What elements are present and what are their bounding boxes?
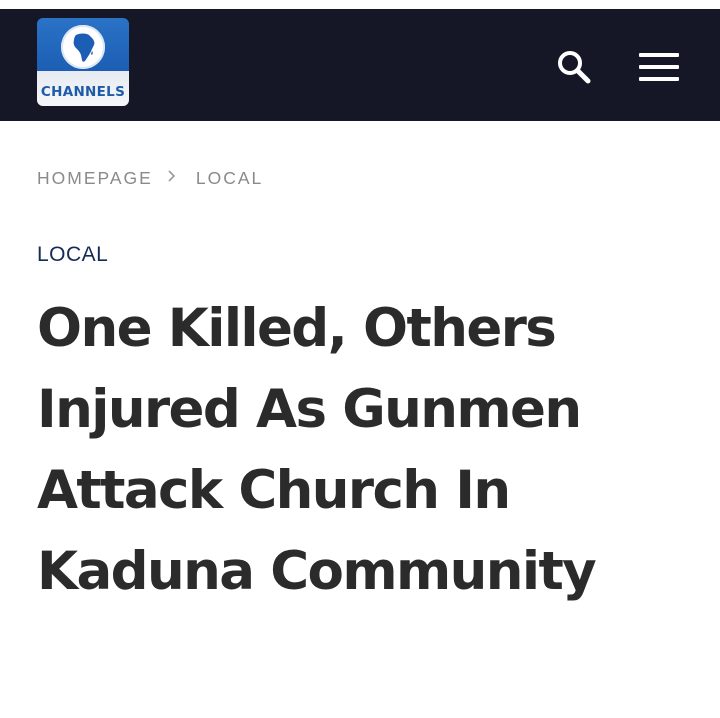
headline-line: Injured As Gunmen [37, 379, 582, 440]
menu-bar [639, 53, 679, 57]
menu-bar [639, 65, 679, 69]
channels-logo[interactable]: CHANNELS [37, 18, 129, 106]
site-header: CHANNELS [0, 9, 720, 121]
logo-wordmark: CHANNELS [40, 84, 126, 100]
menu-bar [639, 77, 679, 81]
africa-globe-icon [61, 25, 105, 69]
article-headline: One Killed, Others Injured As Gunmen Att… [37, 288, 697, 612]
chevron-right-icon [167, 169, 176, 187]
headline-line: One Killed, Others [37, 298, 557, 359]
article-category-link[interactable]: LOCAL [37, 243, 108, 267]
search-button[interactable] [554, 47, 594, 87]
breadcrumb-homepage-link[interactable]: HOMEPAGE [37, 168, 153, 189]
hamburger-menu-icon[interactable] [636, 49, 682, 85]
headline-line: Attack Church In [37, 460, 511, 521]
headline-line: Kaduna Community [37, 541, 597, 602]
breadcrumb-local-link[interactable]: LOCAL [196, 168, 263, 189]
breadcrumb: HOMEPAGE LOCAL [37, 166, 263, 190]
search-icon [558, 51, 591, 84]
